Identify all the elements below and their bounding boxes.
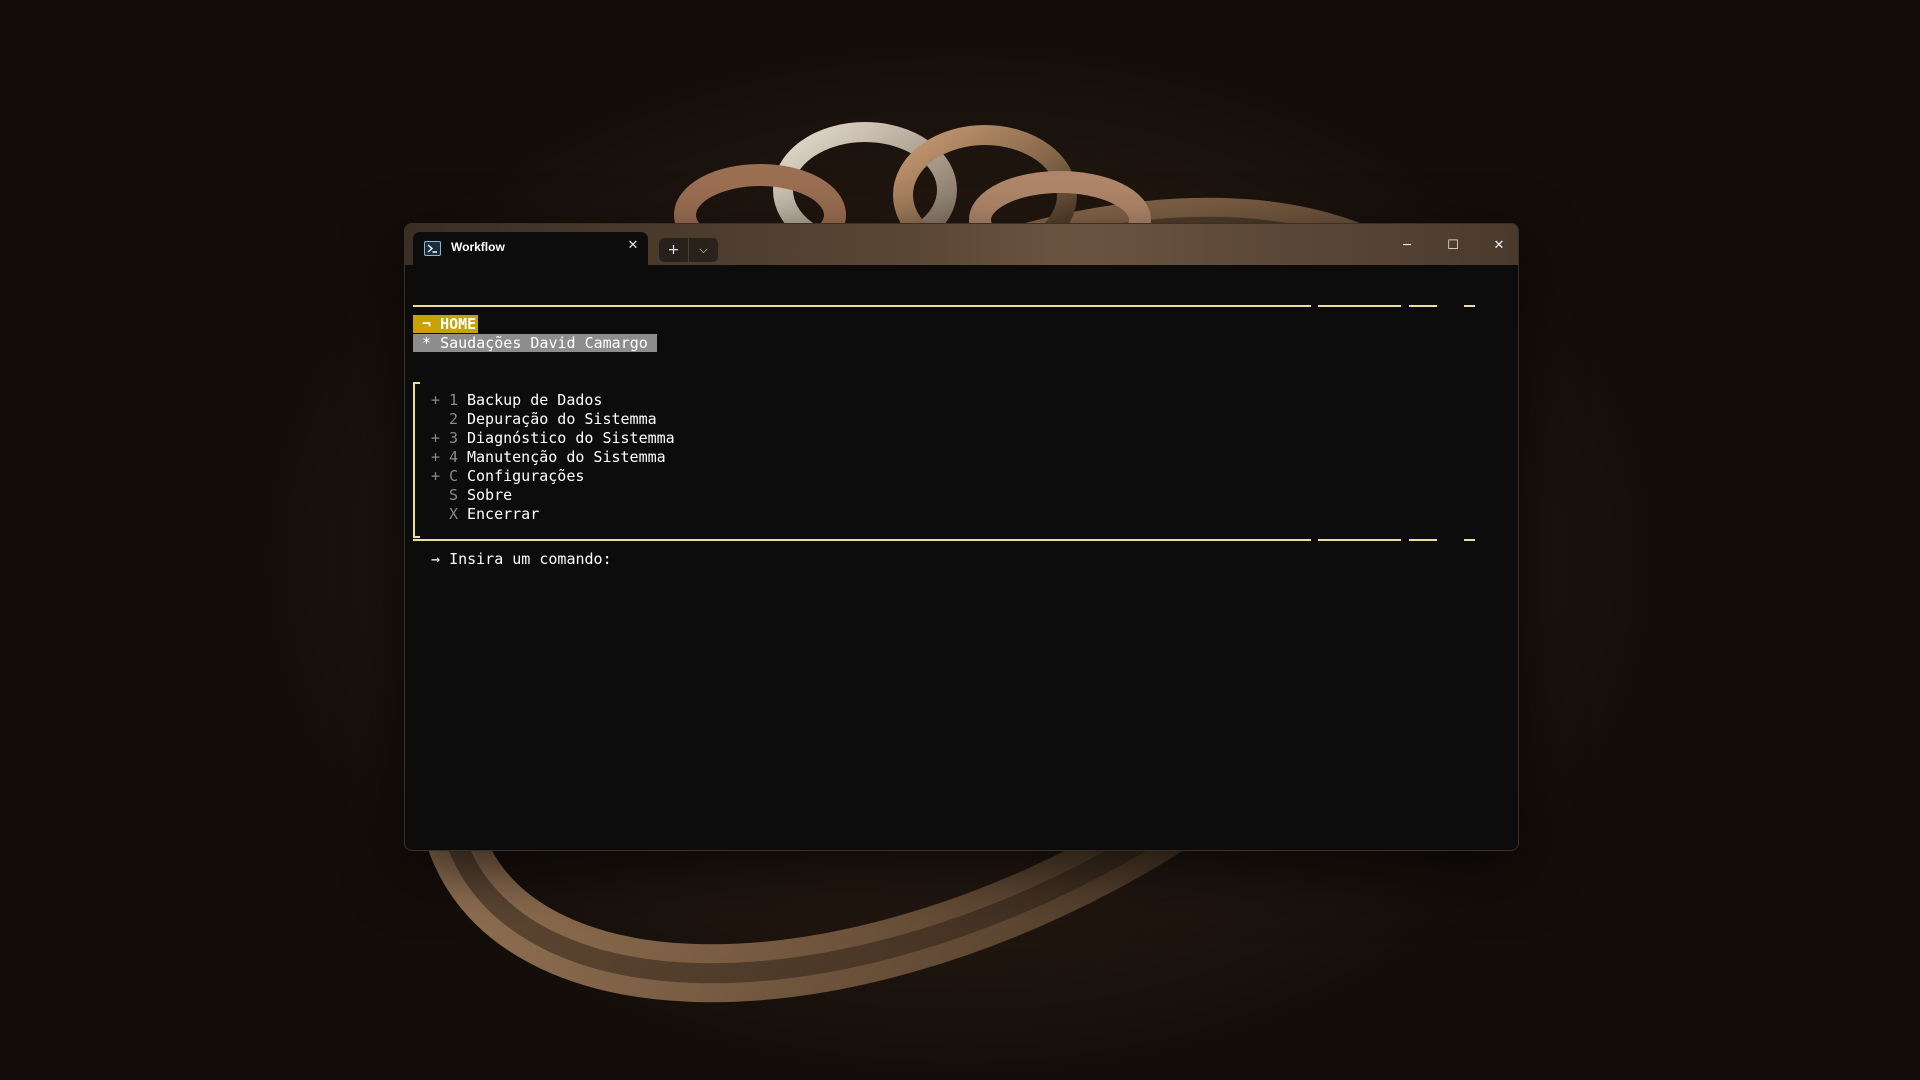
greeting-text: Saudações David Camargo [440,334,648,352]
menu-item-configuracoes[interactable]: + C Configurações [431,467,584,486]
menu-key: X [449,505,459,523]
menu-key: 1 [449,391,459,409]
close-tab-icon[interactable]: ✕ [624,237,642,255]
menu-item-backup[interactable]: +1 Backup de Dados [431,391,602,410]
tab-workflow[interactable]: Workflow ✕ [413,232,648,265]
greeting-marker: * [422,334,432,352]
terminal-content[interactable]: ¬ HOME * Saudações David Camargo +1 Backu… [405,265,1518,850]
tab-title: Workflow [451,240,505,254]
menu-label: Depuração do Sistemma [467,410,657,428]
bottom-rule-seg3 [1409,539,1437,541]
menu-item-depuracao[interactable]: 2 Depuração do Sistemma [431,410,657,429]
maximize-button[interactable]: ☐ [1430,232,1476,260]
menu-key: S [449,486,459,504]
top-rule-seg4 [1464,305,1475,307]
menu-key: 3 [449,429,459,447]
greeting-line: * Saudações David Camargo [413,334,657,353]
menu-label: Backup de Dados [467,391,603,409]
greeting-badge: * Saudações David Camargo [413,334,657,352]
bottom-rule-seg4 [1464,539,1475,541]
menu-marker: + [431,467,441,485]
menu-label: Encerrar [467,505,540,523]
menu-key: 4 [449,448,459,466]
chevron-down-icon[interactable]: ⌵ [689,238,718,262]
prompt-text: Insira um comando: [449,550,612,568]
menu-bracket [413,382,420,538]
minimize-button[interactable]: ─ [1384,232,1430,260]
menu-label: Diagnóstico do Sistemma [467,429,675,447]
home-header: ¬ HOME [413,315,479,334]
home-label: HOME [440,315,477,333]
menu-label: Configurações [467,467,585,485]
menu-item-encerrar[interactable]: X Encerrar [431,505,539,524]
bottom-rule-seg2 [1318,539,1401,541]
menu-item-diagnostico[interactable]: +3 Diagnóstico do Sistemma [431,429,675,448]
menu-label: Manutenção do Sistemma [467,448,666,466]
top-rule-seg3 [1409,305,1437,307]
menu-marker: + [431,429,441,447]
arrow-right-icon: → [431,550,441,568]
top-rule-main [413,305,1311,307]
title-bar[interactable]: Workflow ✕ + ⌵ ─ ☐ ✕ [405,224,1518,265]
top-rule-seg2 [1318,305,1401,307]
menu-label: Sobre [467,486,513,504]
menu-item-sobre[interactable]: S Sobre [431,486,512,505]
close-window-button[interactable]: ✕ [1476,232,1518,260]
menu-key: C [449,467,459,485]
terminal-window: Workflow ✕ + ⌵ ─ ☐ ✕ ¬ HOME * Saudações … [404,223,1519,851]
home-marker: ¬ [422,315,432,333]
menu-marker: + [431,391,441,409]
new-tab-button[interactable]: + [659,238,688,262]
powershell-icon [424,241,441,256]
menu-marker: + [431,448,441,466]
bottom-rule-main [413,539,1311,541]
home-badge: ¬ HOME [413,315,479,333]
menu-item-manutencao[interactable]: +4 Manutenção do Sistemma [431,448,666,467]
command-prompt[interactable]: → Insira um comando: [431,550,612,569]
menu-key: 2 [449,410,459,428]
